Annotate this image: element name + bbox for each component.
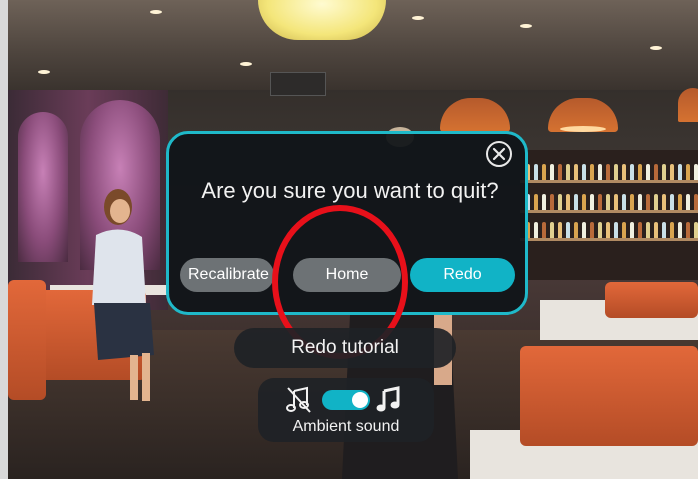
bottle: [590, 164, 594, 180]
bottle: [550, 194, 554, 210]
seated-woman-avatar: [92, 189, 154, 401]
bottle: [686, 164, 690, 180]
dialog-title: Are you sure you want to quit?: [201, 178, 499, 203]
chair: [8, 280, 46, 400]
recalibrate-button[interactable]: Recalibrate: [180, 258, 274, 292]
bottle: [614, 222, 618, 238]
bottle: [598, 222, 602, 238]
ceiling-downlight: [650, 46, 662, 50]
bottle: [694, 164, 698, 180]
bottle: [542, 164, 546, 180]
bottle: [582, 164, 586, 180]
bottle: [590, 222, 594, 238]
bottle: [630, 164, 634, 180]
bottle: [574, 194, 578, 210]
bottle: [582, 222, 586, 238]
chair: [605, 282, 698, 318]
left-edge-strip: [0, 0, 8, 479]
bottle: [670, 194, 674, 210]
bottle: [598, 194, 602, 210]
bottle: [566, 194, 570, 210]
chair: [520, 346, 698, 446]
bottle: [534, 222, 538, 238]
bottle: [574, 222, 578, 238]
redo-tutorial-button[interactable]: Redo tutorial: [234, 328, 456, 368]
bottle: [614, 164, 618, 180]
ceiling-downlight: [38, 70, 50, 74]
bottle: [662, 222, 666, 238]
ceiling-lamp: [258, 0, 386, 40]
bottle: [558, 194, 562, 210]
bottle: [534, 164, 538, 180]
bottle: [606, 194, 610, 210]
close-icon: [492, 147, 506, 161]
bottle: [550, 222, 554, 238]
bottle: [566, 164, 570, 180]
bottle: [678, 222, 682, 238]
bottle: [638, 222, 642, 238]
bottle: [662, 164, 666, 180]
bottle: [542, 222, 546, 238]
ceiling-downlight: [240, 62, 252, 66]
bottle: [670, 222, 674, 238]
ambient-sound-toggle[interactable]: [322, 390, 370, 410]
bottle: [646, 164, 650, 180]
bottle: [638, 194, 642, 210]
bottle: [678, 164, 682, 180]
ceiling-downlight: [150, 10, 162, 14]
wall-arch: [18, 112, 68, 262]
bottle: [606, 222, 610, 238]
bottle: [566, 222, 570, 238]
ambient-sound-label: Ambient sound: [292, 418, 400, 435]
bar-shelf: [520, 180, 698, 183]
bottle: [550, 164, 554, 180]
bottle: [590, 194, 594, 210]
bottle: [694, 222, 698, 238]
bottle: [614, 194, 618, 210]
ceiling-downlight: [412, 16, 424, 20]
bottle: [654, 194, 658, 210]
bottle: [582, 194, 586, 210]
bottle: [622, 164, 626, 180]
bottle: [654, 164, 658, 180]
music-muted-icon: [286, 386, 311, 413]
music-note-icon: [376, 386, 400, 412]
redo-button[interactable]: Redo: [410, 258, 515, 292]
bottle: [686, 194, 690, 210]
bottle: [694, 194, 698, 210]
pendant-lamp: [678, 88, 698, 122]
restroom-sign: [270, 72, 326, 96]
bottle: [646, 222, 650, 238]
bottle: [654, 222, 658, 238]
bottle: [542, 194, 546, 210]
bar-shelf: [520, 210, 698, 213]
bottle: [686, 222, 690, 238]
bottle: [670, 164, 674, 180]
bottle: [646, 194, 650, 210]
bottle: [606, 164, 610, 180]
bottle: [662, 194, 666, 210]
bottle: [534, 194, 538, 210]
bottle: [622, 222, 626, 238]
bar-shelf: [520, 238, 698, 241]
close-button[interactable]: [486, 141, 512, 167]
bottle: [558, 164, 562, 180]
bottle: [574, 164, 578, 180]
bottle: [630, 194, 634, 210]
toggle-knob: [352, 392, 368, 408]
pendant-lamp-glow: [560, 126, 606, 132]
bottle: [678, 194, 682, 210]
bottle: [630, 222, 634, 238]
ceiling-downlight: [520, 24, 532, 28]
ambient-sound-panel: Ambient sound: [258, 378, 434, 442]
bottle: [558, 222, 562, 238]
bottle: [638, 164, 642, 180]
bottle: [622, 194, 626, 210]
bottle: [598, 164, 602, 180]
